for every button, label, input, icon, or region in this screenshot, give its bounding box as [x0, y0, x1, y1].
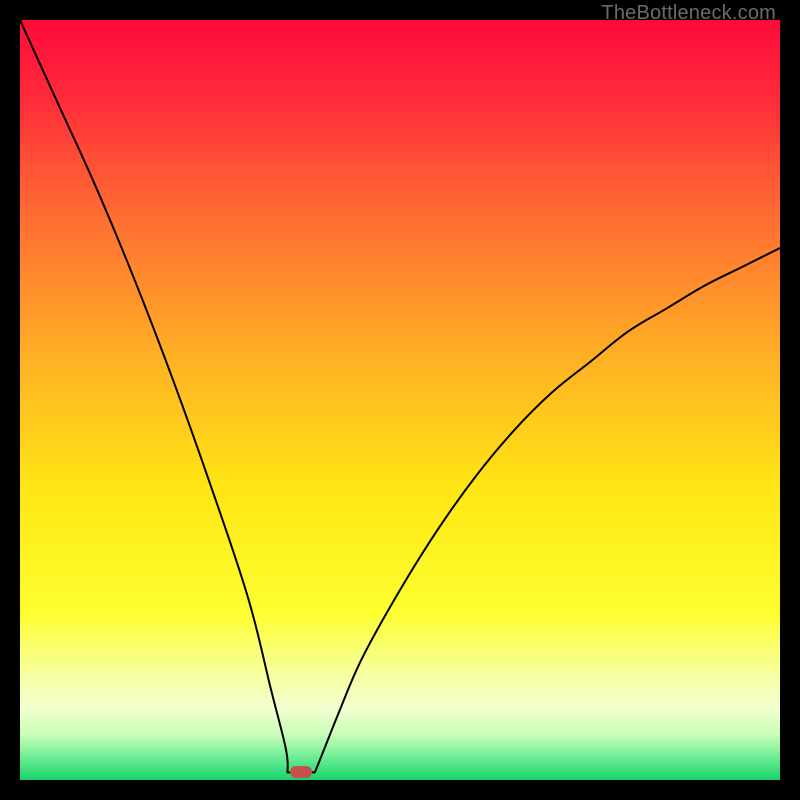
optimum-marker [290, 766, 312, 778]
plot-area [20, 20, 780, 780]
watermark-text: TheBottleneck.com [601, 2, 776, 25]
bottleneck-curve [20, 20, 780, 780]
chart-frame: TheBottleneck.com [0, 0, 800, 800]
